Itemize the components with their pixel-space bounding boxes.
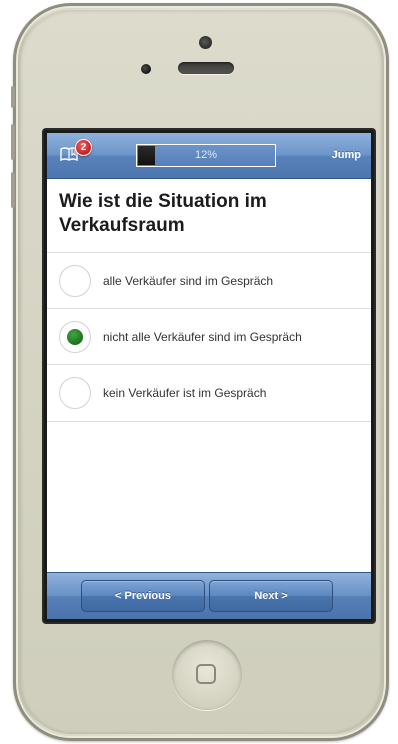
volume-up-button (11, 124, 15, 160)
answer-option[interactable]: kein Verkäufer ist im Gespräch (47, 364, 371, 422)
progress-percent-text: 12% (194, 149, 218, 161)
radio-button[interactable] (59, 377, 91, 409)
next-button[interactable]: Next > (209, 580, 333, 612)
mute-switch (11, 86, 15, 108)
home-button[interactable] (172, 640, 242, 710)
front-camera (141, 64, 151, 74)
volume-down-button (11, 172, 15, 208)
answer-option[interactable]: nicht alle Verkäufer sind im Gespräch (47, 308, 371, 364)
notification-badge: 2 (75, 139, 92, 156)
proximity-sensor (199, 36, 212, 49)
jump-button[interactable]: Jump (332, 145, 361, 165)
radio-selected-dot (67, 329, 83, 345)
home-square-icon (196, 664, 216, 684)
answer-option-label: nicht alle Verkäufer sind im Gespräch (103, 330, 302, 344)
radio-button[interactable] (59, 321, 91, 353)
answer-options-list: alle Verkäufer sind im Gespräch nicht al… (47, 252, 371, 422)
radio-button[interactable] (59, 265, 91, 297)
answer-option[interactable]: alle Verkäufer sind im Gespräch (47, 252, 371, 308)
question-title: Wie ist die Situation im Verkaufsraum (59, 191, 267, 236)
answer-option-label: alle Verkäufer sind im Gespräch (103, 274, 274, 288)
screen: 2 12% Jump Wie ist die Situation im Verk… (44, 130, 374, 622)
previous-button[interactable]: < Previous (81, 580, 205, 612)
app-display: 2 12% Jump Wie ist die Situation im Verk… (47, 133, 371, 619)
device-stage: 2 12% Jump Wie ist die Situation im Verk… (0, 0, 398, 744)
top-navigation-bar: 2 12% Jump (47, 133, 371, 179)
earpiece-speaker (178, 62, 234, 74)
progress-bar: 12% (136, 144, 276, 167)
answer-option-label: kein Verkäufer ist im Gespräch (103, 386, 267, 400)
bottom-toolbar: < Previous Next > (47, 572, 371, 619)
